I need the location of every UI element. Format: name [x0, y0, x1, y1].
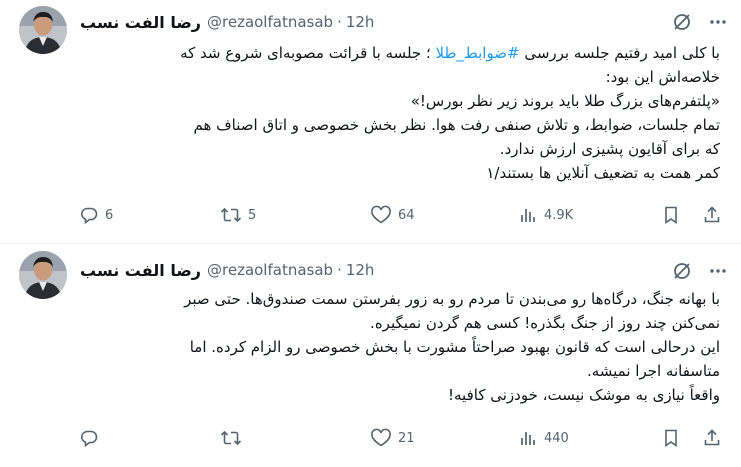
- avatar[interactable]: [19, 251, 67, 299]
- views-button[interactable]: 4.9K: [518, 203, 573, 227]
- bookmark-icon: [661, 205, 681, 225]
- separator-dot: ·: [337, 13, 342, 31]
- retweet-count: 5: [248, 207, 257, 223]
- more-icon[interactable]: [707, 260, 729, 282]
- more-icon[interactable]: [707, 11, 729, 33]
- reply-count: 6: [105, 207, 114, 223]
- tweet-actions: 21 440: [79, 426, 727, 450]
- views-count: 4.9K: [544, 207, 574, 223]
- tweet-text-line: «پلتفرم‌های بزرگ طلا باید بروند زیر نظر …: [410, 92, 720, 110]
- author-handle[interactable]: @rezaolfatnasab: [207, 13, 333, 31]
- bookmark-button[interactable]: [661, 426, 681, 450]
- tweet-text-segment: با کلی امید رفتیم جلسه بررسی: [524, 44, 720, 62]
- tweet-text: با کلی امید رفتیم جلسه بررسی #ضوابط_طلا …: [76, 41, 720, 185]
- reply-icon: [79, 205, 99, 225]
- views-icon: [518, 428, 538, 448]
- tweet-2[interactable]: رضا الفت نسب @rezaolfatnasab · 12h با به…: [0, 245, 741, 467]
- hashtag-link[interactable]: #ضوابط_طلا: [436, 44, 520, 62]
- share-icon: [702, 205, 722, 225]
- tweet-text-line: تمام جلسات، ضوابط، و تلاش صنفی رفت هوا. …: [193, 116, 720, 134]
- like-count: 64: [398, 207, 415, 223]
- like-button[interactable]: 21: [370, 426, 415, 450]
- share-button[interactable]: [702, 203, 722, 227]
- bookmark-button[interactable]: [661, 203, 681, 227]
- tweet-text-segment: ؛ جلسه با قرائت مصوبه‌ای شروع شد که: [180, 44, 431, 62]
- bookmark-icon: [661, 428, 681, 448]
- tweet-top-actions: [671, 11, 729, 33]
- views-count: 440: [544, 430, 569, 446]
- avatar[interactable]: [19, 6, 67, 54]
- tweet-text-line: که برای آقایون پشیزی ارزش ندارد.: [499, 140, 720, 158]
- retweet-icon: [220, 205, 242, 225]
- views-icon: [518, 205, 538, 225]
- tweet-text-line: متاسفانه اجرا نمیشه.: [586, 362, 720, 380]
- views-button[interactable]: 440: [518, 426, 569, 450]
- author-name[interactable]: رضا الفت نسب: [80, 13, 201, 32]
- grok-icon[interactable]: [671, 260, 693, 282]
- author-handle[interactable]: @rezaolfatnasab: [207, 261, 333, 279]
- tweet-text-line: نمی‌کنن چند روز از جنگ بگذره! کسی هم گرد…: [370, 314, 720, 332]
- tweet-header: رضا الفت نسب @rezaolfatnasab · 12h: [80, 259, 681, 281]
- retweet-button[interactable]: [220, 426, 248, 450]
- tweet-text-line: خلاصه‌اش این بود:: [605, 68, 720, 86]
- tweet-actions: 6 5 64 4.9K: [79, 203, 727, 227]
- timestamp[interactable]: 12h: [346, 261, 375, 279]
- tweet-text-line: با بهانه جنگ، درگاه‌ها رو می‌بندن تا مرد…: [184, 290, 720, 308]
- retweet-icon: [220, 428, 242, 448]
- tweet-text-line: کمر همت به تضعیف آنلاین ها بستند/۱: [486, 164, 720, 182]
- timestamp[interactable]: 12h: [346, 13, 375, 31]
- heart-icon: [370, 205, 392, 225]
- tweet-text-line: واقعاً نیازی به موشک نیست، خودزنی کافیه!: [448, 386, 720, 404]
- tweet-text-line: با کلی امید رفتیم جلسه بررسی #ضوابط_طلا …: [76, 41, 720, 65]
- author-name[interactable]: رضا الفت نسب: [80, 261, 201, 280]
- reply-button[interactable]: [79, 426, 105, 450]
- tweet-top-actions: [671, 260, 729, 282]
- tweet-header: رضا الفت نسب @rezaolfatnasab · 12h: [80, 11, 681, 33]
- separator-dot: ·: [337, 261, 342, 279]
- like-count: 21: [398, 430, 415, 446]
- heart-icon: [370, 428, 392, 448]
- share-button[interactable]: [702, 426, 722, 450]
- grok-icon[interactable]: [671, 11, 693, 33]
- tweet-text: با بهانه جنگ، درگاه‌ها رو می‌بندن تا مرد…: [76, 287, 720, 407]
- reply-button[interactable]: 6: [79, 203, 113, 227]
- tweet-text-line: این درحالی است که قانون بهبود صراحتاً مش…: [189, 338, 720, 356]
- share-icon: [702, 428, 722, 448]
- retweet-button[interactable]: 5: [220, 203, 256, 227]
- tweet-1[interactable]: رضا الفت نسب @rezaolfatnasab · 12h با کل…: [0, 0, 741, 244]
- like-button[interactable]: 64: [370, 203, 415, 227]
- reply-icon: [79, 428, 99, 448]
